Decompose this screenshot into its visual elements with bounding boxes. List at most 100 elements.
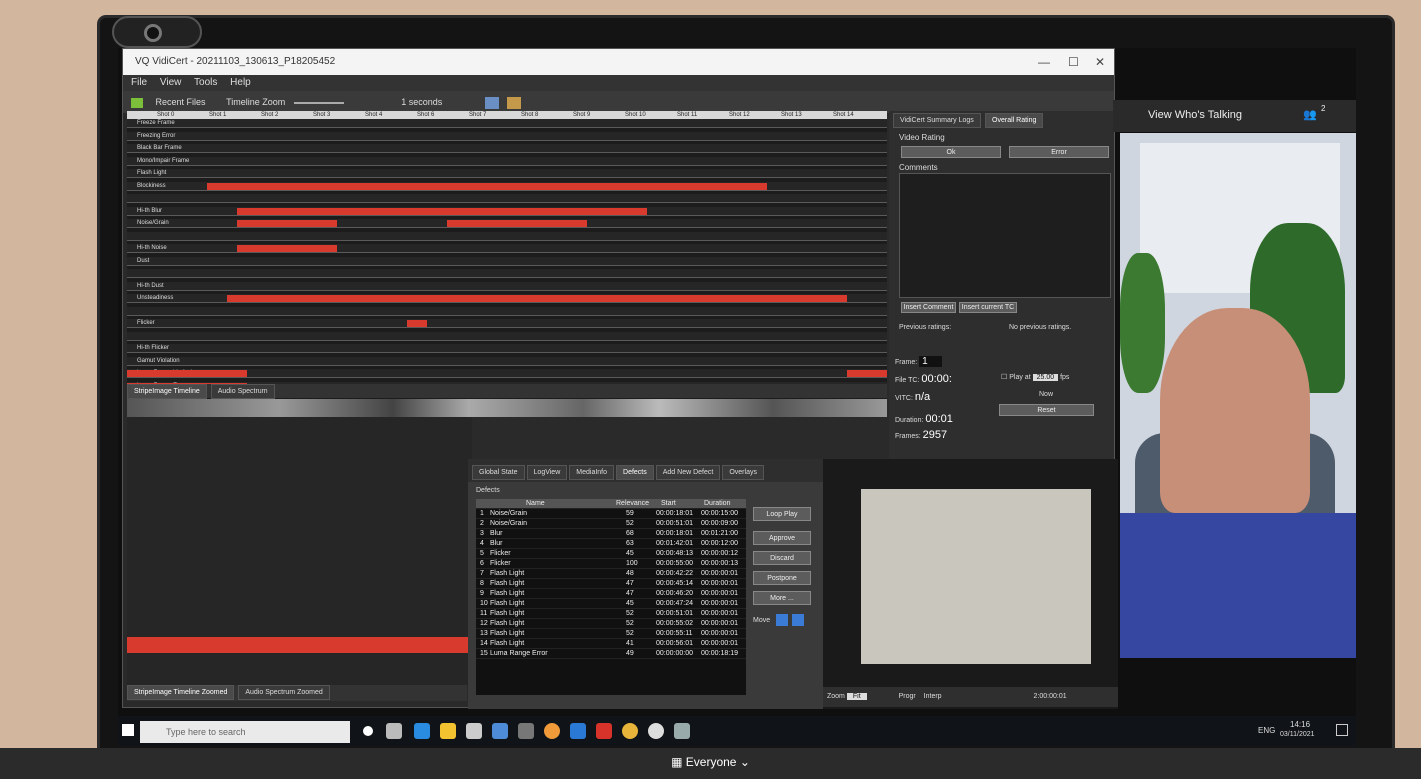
language-indicator[interactable]: ENG [1258,726,1275,735]
tab-stripeimage-timeline[interactable]: StripeImage Timeline [127,384,207,399]
track-row[interactable]: Luma Range Limited [127,369,887,378]
track-row[interactable]: Freeze Frame [127,119,887,128]
tab-add-new-defect[interactable]: Add New Defect [655,465,721,480]
col-name[interactable]: Name [526,499,545,509]
menu-view[interactable]: View [160,77,182,88]
app-icon[interactable] [518,723,534,739]
zoom-select[interactable]: Fit [846,693,867,700]
track-row[interactable] [127,194,887,203]
move-down-icon[interactable] [792,614,804,626]
task-view-icon[interactable] [386,723,402,739]
track-row[interactable]: Hi-th Blur [127,206,887,216]
chevron-down-icon[interactable]: ⌄ [740,755,750,769]
tab-logview[interactable]: LogView [526,465,568,480]
maximize-icon[interactable]: ☐ [1068,49,1079,75]
tab-overall-rating[interactable]: Overall Rating [985,113,1044,128]
track-row[interactable]: Gamut Violation [127,356,887,366]
defects-table[interactable]: Name Relevance Start Duration 1 Noise/Gra… [476,499,746,695]
track-row[interactable]: Mono/Impair Frame [127,156,887,166]
track-row[interactable]: Dust [127,256,887,266]
fps-input[interactable]: 25.00 [1032,374,1059,381]
more-button[interactable]: More ... [753,591,811,605]
track-row[interactable] [127,331,887,341]
insert-tc-button[interactable]: Insert current TC [959,302,1017,313]
table-row[interactable]: 12 Flash Light 52 00:00:55:02 00:00:00:01 [476,619,746,629]
track-row[interactable] [127,231,887,241]
track-row[interactable]: Blockiness [127,181,887,191]
table-row[interactable]: 1 Noise/Grain 59 00:00:18:01 00:00:15:00 [476,509,746,519]
vidicert-icon[interactable] [674,723,690,739]
participants-icon[interactable]: 👥 [1303,108,1317,121]
frame-input[interactable]: 1 [919,356,942,367]
table-row[interactable]: 2 Noise/Grain 52 00:00:51:01 00:00:09:00 [476,519,746,529]
track-row[interactable]: Black Bar Frame [127,144,887,153]
taskbar-search[interactable]: Type here to search [140,721,350,743]
zoomed-tracks[interactable] [127,417,472,687]
track-row[interactable]: Hi-th Noise [127,244,887,253]
tab-defects[interactable]: Defects [616,465,654,480]
settings-icon[interactable] [648,723,664,739]
insert-comment-button[interactable]: Insert Comment [901,302,956,313]
timeline-zoom-slider[interactable] [293,101,344,104]
cortana-icon[interactable] [363,726,373,736]
menu-help[interactable]: Help [230,77,251,88]
postpone-button[interactable]: Postpone [753,571,811,585]
defect-tracks[interactable]: Freeze Frame Freezing Error Black Bar Fram… [127,119,887,399]
col-start[interactable]: Start [661,499,676,509]
table-row[interactable]: 10 Flash Light 45 00:00:47:24 00:00:00:01 [476,599,746,609]
move-up-icon[interactable] [776,614,788,626]
acrobat-icon[interactable] [596,723,612,739]
progr-select[interactable]: Progr [899,693,916,700]
menu-tools[interactable]: Tools [194,77,217,88]
folder-icon[interactable] [131,97,143,108]
play-at-checkbox[interactable]: ☐ [1001,374,1007,381]
view-whos-talking[interactable]: View Who's Talking [1148,109,1242,121]
tab-audio-zoomed[interactable]: Audio Spectrum Zoomed [238,685,330,700]
tab-audio-spectrum[interactable]: Audio Spectrum [210,384,275,399]
clock-time[interactable]: 14:16 [1290,720,1310,729]
col-duration[interactable]: Duration [704,499,730,509]
people-icon[interactable] [492,723,508,739]
table-row[interactable]: 8 Flash Light 47 00:00:45:14 00:00:00:01 [476,579,746,589]
reset-button[interactable]: Reset [999,404,1094,416]
store-icon[interactable] [466,723,482,739]
edge-icon[interactable] [414,723,430,739]
image-icon[interactable] [484,96,499,109]
notification-icon[interactable] [1336,724,1348,736]
track-row[interactable]: Hi-th Dust [127,281,887,291]
table-row[interactable]: 11 Flash Light 52 00:00:51:01 00:00:00:01 [476,609,746,619]
track-row[interactable] [127,269,887,278]
col-relevance[interactable]: Relevance [616,499,649,509]
track-row[interactable]: Freezing Error [127,131,887,141]
tab-stripeimage-zoomed[interactable]: StripeImage Timeline Zoomed [127,685,235,700]
table-row[interactable]: 9 Flash Light 47 00:00:46:20 00:00:00:01 [476,589,746,599]
error-button[interactable]: Error [1009,146,1109,158]
tab-global-state[interactable]: Global State [472,465,525,480]
interp-select[interactable]: Interp [924,693,942,700]
comments-textarea[interactable] [899,173,1111,298]
track-row[interactable]: Unsteadiness [127,294,887,303]
menu-file[interactable]: File [131,77,147,88]
explorer-icon[interactable] [440,723,456,739]
track-row[interactable]: Noise/Grain [127,219,887,228]
recent-files-button[interactable]: Recent Files [156,97,206,107]
discard-button[interactable]: Discard [753,551,811,565]
everyone-label[interactable]: Everyone [686,755,737,769]
tab-summary-logs[interactable]: VidiCert Summary Logs [893,113,981,128]
loop-play-button[interactable]: Loop Play [753,507,811,521]
track-row[interactable]: Hi-th Flicker [127,344,887,353]
windows-start-icon[interactable] [122,724,134,736]
table-row[interactable]: 7 Flash Light 48 00:00:42:22 00:00:00:01 [476,569,746,579]
track-row[interactable]: Flicker [127,319,887,328]
chrome-icon[interactable] [622,723,638,739]
track-row[interactable]: Flash Light [127,169,887,178]
clock-date[interactable]: 03/11/2021 [1280,731,1315,738]
table-row[interactable]: 5 Flicker 45 00:00:48:13 00:00:00:12 [476,549,746,559]
table-row[interactable]: 15 Luma Range Error 49 00:00:00:00 00:00:18:… [476,649,746,659]
tab-overlays[interactable]: Overlays [722,465,764,480]
close-icon[interactable]: ✕ [1095,49,1105,75]
table-row[interactable]: 4 Blur 63 00:01:42:01 00:00:12:00 [476,539,746,549]
minimize-icon[interactable]: — [1038,49,1050,75]
table-row[interactable]: 3 Blur 68 00:00:18:01 00:01:21:00 [476,529,746,539]
table-row[interactable]: 14 Flash Light 41 00:00:56:01 00:00:00:01 [476,639,746,649]
